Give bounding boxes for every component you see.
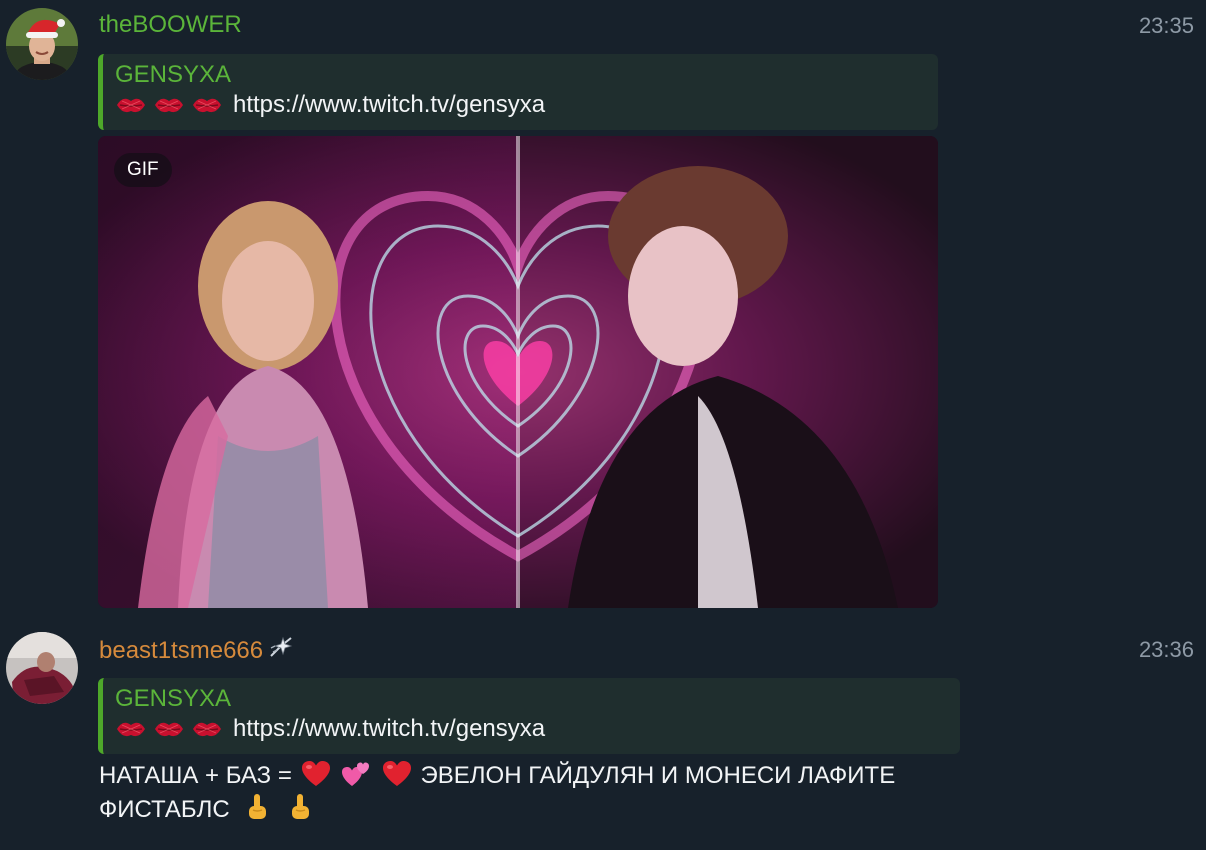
message-timestamp: 23:36 — [1138, 637, 1194, 662]
message-author[interactable]: theBOOWER — [99, 10, 242, 40]
message-author[interactable]: beast1tsme666 — [99, 634, 295, 666]
sparkle-star-icon — [267, 634, 295, 662]
kiss-mark-icon — [191, 717, 223, 741]
reply-link[interactable]: https://www.twitch.tv/gensyxa — [233, 714, 545, 744]
gif-media[interactable]: GIF — [98, 136, 938, 608]
message-timestamp: 23:35 — [1138, 13, 1194, 38]
gif-badge: GIF — [114, 153, 172, 187]
red-heart-icon — [301, 760, 331, 788]
chat-history: theBOOWER 23:35 GENSYXA https://www.twit… — [0, 0, 1206, 850]
kiss-mark-icon — [115, 93, 147, 117]
two-hearts-icon — [341, 760, 371, 788]
kiss-mark-icon — [153, 717, 185, 741]
reply-author: GENSYXA — [115, 61, 232, 88]
author-name[interactable]: beast1tsme666 — [99, 637, 263, 664]
kiss-mark-icon — [115, 717, 147, 741]
user-avatar-santa-hat-icon[interactable] — [6, 8, 78, 80]
message-text: НАТАША + БАЗ = ЭВЕЛОН ГАЙДУЛЯН И МОНЕСИ … — [99, 760, 999, 826]
reply-quote[interactable]: GENSYXA https://www.twitch.tv/gensyxa — [98, 54, 938, 130]
reply-quote[interactable]: GENSYXA https://www.twitch.tv/gensyxa — [98, 678, 960, 754]
kiss-mark-icon — [191, 93, 223, 117]
message-1[interactable]: theBOOWER 23:35 GENSYXA https://www.twit… — [0, 0, 1206, 620]
red-heart-icon — [382, 760, 412, 788]
message-2[interactable]: beast1tsme666 23:36 GENSYXA https://www.… — [0, 620, 1206, 850]
message-text-part2: ЭВЕЛОН ГАЙДУЛЯН И МОНЕСИ ЛАФИТЕ — [420, 762, 896, 789]
user-avatar-icon[interactable] — [6, 632, 78, 704]
kiss-mark-icon — [153, 93, 185, 117]
reply-text: https://www.twitch.tv/gensyxa — [115, 714, 960, 744]
reply-link[interactable]: https://www.twitch.tv/gensyxa — [233, 90, 545, 120]
middle-finger-icon — [287, 792, 313, 822]
message-text-part3: ФИСТАБЛС — [99, 796, 230, 823]
reply-text: https://www.twitch.tv/gensyxa — [115, 90, 938, 120]
middle-finger-icon — [244, 792, 270, 822]
reply-author: GENSYXA — [115, 685, 232, 712]
message-text-part1: НАТАША + БАЗ = — [99, 762, 292, 789]
